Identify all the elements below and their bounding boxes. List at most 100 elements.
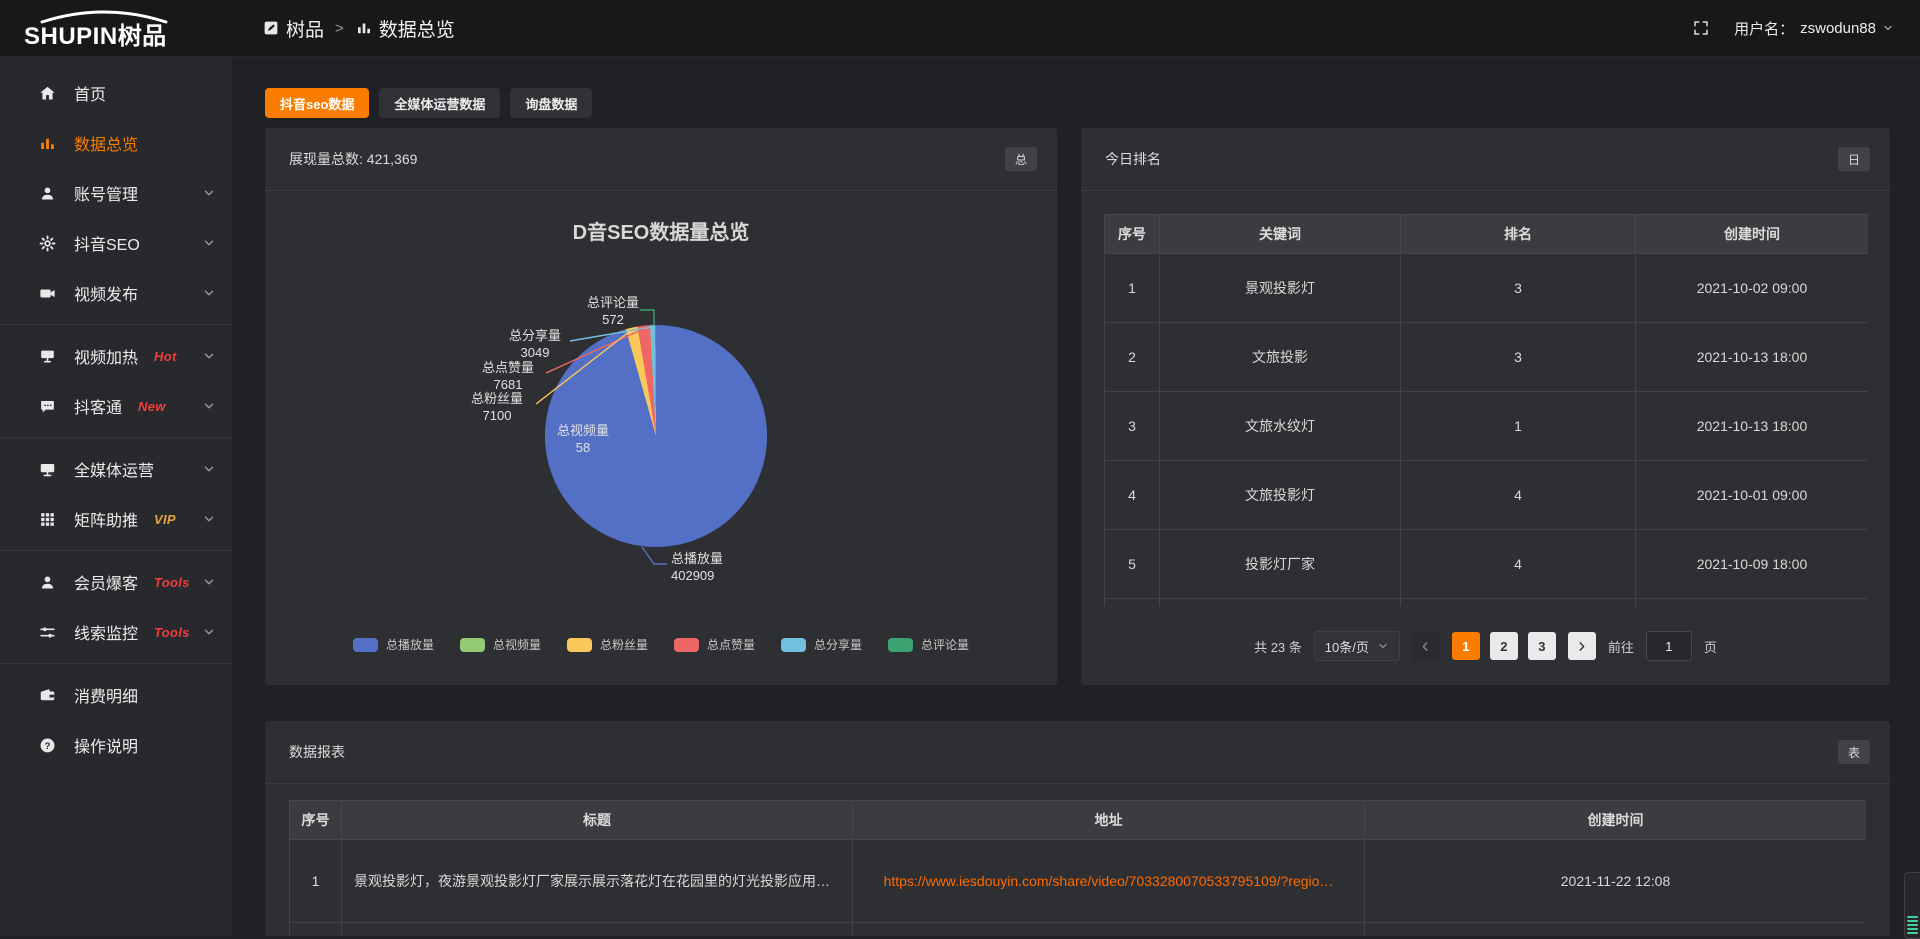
sidebar-item-label: 视频加热 xyxy=(74,344,138,368)
data-tabs: 抖音seo数据全媒体运营数据询盘数据 xyxy=(265,88,1890,118)
username: zswodun88 xyxy=(1800,20,1876,37)
column-header: 排名 xyxy=(1401,215,1636,254)
table-cell xyxy=(853,923,1365,937)
column-header: 地址 xyxy=(853,801,1365,840)
sidebar-item-member-baoke[interactable]: 会员爆客Tools xyxy=(0,557,232,607)
table-row: 4文旅投影灯42021-10-01 09:00 xyxy=(1105,461,1869,530)
pie-label-3: 总点赞量7681 xyxy=(460,359,556,393)
breadcrumb-root[interactable]: 树品 xyxy=(262,15,324,42)
sidebar-divider xyxy=(0,550,232,551)
table-cell: 景观投影灯，夜游景观投影灯厂家展示展示落花灯在花园里的灯光投影应用效果 # xyxy=(342,840,853,923)
chat-icon xyxy=(38,397,57,416)
legend-swatch xyxy=(567,638,592,652)
page-button-3[interactable]: 3 xyxy=(1528,632,1556,660)
goto-page-input[interactable] xyxy=(1646,631,1692,661)
sidebar-item-operation-help[interactable]: ?操作说明 xyxy=(0,720,232,770)
report-table-wrap: 序号标题地址创建时间1景观投影灯，夜游景观投影灯厂家展示展示落花灯在花园里的灯光… xyxy=(289,800,1866,936)
report-corner-badge[interactable]: 表 xyxy=(1838,740,1870,764)
overview-panel-header: 展现量总数: 421,369 总 xyxy=(265,128,1057,191)
legend-item-4[interactable]: 总分享量 xyxy=(781,636,862,653)
table-row: 3文旅水纹灯12021-10-13 18:00 xyxy=(1105,392,1869,461)
table-cell xyxy=(1636,599,1869,607)
table-cell: 文旅水纹灯 xyxy=(1160,392,1401,461)
table-cell: 1 xyxy=(1401,392,1636,461)
floating-helper-widget[interactable] xyxy=(1904,872,1920,939)
tab-1[interactable]: 全媒体运营数据 xyxy=(379,88,500,118)
overview-corner-badge[interactable]: 总 xyxy=(1005,147,1037,171)
pie-legend: 总播放量 总视频量 总粉丝量 总点赞量 总分享量 总评论量 xyxy=(265,636,1057,653)
screen-icon xyxy=(38,347,57,366)
rank-panel: 今日排名 日 序号关键词排名创建时间1景观投影灯32021-10-02 09:0… xyxy=(1081,128,1890,685)
question-icon: ? xyxy=(38,736,57,755)
rank-corner-badge[interactable]: 日 xyxy=(1838,147,1870,171)
sidebar-item-consume-detail[interactable]: 消费明细 xyxy=(0,670,232,720)
report-panel-title: 数据报表 xyxy=(289,742,345,762)
column-header: 标题 xyxy=(342,801,853,840)
table-cell: 3 xyxy=(1105,392,1160,461)
page-button-2[interactable]: 2 xyxy=(1490,632,1518,660)
bar-chart-icon xyxy=(38,134,57,153)
gear-icon xyxy=(38,234,57,253)
table-row xyxy=(290,923,1867,937)
sidebar-item-douyin-seo[interactable]: 抖音SEO xyxy=(0,218,232,268)
rank-panel-title: 今日排名 xyxy=(1105,149,1161,169)
table-cell: 景观投影灯 xyxy=(1160,254,1401,323)
sidebar-item-label: 线索监控 xyxy=(74,620,138,644)
legend-item-3[interactable]: 总点赞量 xyxy=(674,636,755,653)
prev-page-button[interactable] xyxy=(1412,632,1440,660)
goto-label: 前往 xyxy=(1608,637,1634,656)
legend-item-0[interactable]: 总播放量 xyxy=(353,636,434,653)
table-header-row: 序号关键词排名创建时间 xyxy=(1105,215,1869,254)
sidebar-item-matrix-boost[interactable]: 矩阵助推VIP xyxy=(0,494,232,544)
sidebar-item-video-heat[interactable]: 视频加热Hot xyxy=(0,331,232,381)
legend-swatch xyxy=(460,638,485,652)
legend-item-1[interactable]: 总视频量 xyxy=(460,636,541,653)
app-header: SHUPIN树品 树品 > 数据总览 用户名： zswodun88 xyxy=(0,0,1920,57)
chevron-down-icon xyxy=(1377,640,1389,652)
chevron-down-icon xyxy=(202,399,216,413)
table-cell: 1 xyxy=(1105,254,1160,323)
page-size-select[interactable]: 10条/页 xyxy=(1314,631,1400,661)
fullscreen-icon[interactable] xyxy=(1692,19,1710,37)
sidebar-divider xyxy=(0,324,232,325)
sidebar-item-data-overview[interactable]: 数据总览 xyxy=(0,118,232,168)
column-header: 创建时间 xyxy=(1365,801,1867,840)
table-cell: 2021-10-13 18:00 xyxy=(1636,392,1869,461)
table-cell xyxy=(1365,923,1867,937)
panels-row: 展现量总数: 421,369 总 D音SEO数据量总览 总评论量572总分享量3… xyxy=(265,128,1890,685)
pie-label-2: 总粉丝量7100 xyxy=(449,390,545,424)
table-row: 1景观投影灯，夜游景观投影灯厂家展示展示落花灯在花园里的灯光投影应用效果 #ht… xyxy=(290,840,1867,923)
tab-2[interactable]: 询盘数据 xyxy=(510,88,592,118)
main-content: 抖音seo数据全媒体运营数据询盘数据 展现量总数: 421,369 总 D音SE… xyxy=(232,56,1920,936)
video-camera-icon xyxy=(38,284,57,303)
page-button-1[interactable]: 1 xyxy=(1452,632,1480,660)
sidebar-item-badge: Tools xyxy=(154,575,190,590)
report-link[interactable]: https://www.iesdouyin.com/share/video/70… xyxy=(884,873,1334,889)
legend-swatch xyxy=(781,638,806,652)
table-cell: 2021-10-01 09:00 xyxy=(1636,461,1869,530)
user-dropdown[interactable]: 用户名： zswodun88 xyxy=(1734,18,1894,39)
legend-item-5[interactable]: 总评论量 xyxy=(888,636,969,653)
legend-item-2[interactable]: 总粉丝量 xyxy=(567,636,648,653)
sidebar-item-video-publish[interactable]: 视频发布 xyxy=(0,268,232,318)
sidebar-item-label: 抖音SEO xyxy=(74,231,140,255)
sidebar-item-media-operate[interactable]: 全媒体运营 xyxy=(0,444,232,494)
legend-swatch xyxy=(674,638,699,652)
sidebar-item-clue-monitor[interactable]: 线索监控Tools xyxy=(0,607,232,657)
tab-0[interactable]: 抖音seo数据 xyxy=(265,88,369,118)
report-panel: 数据报表 表 序号标题地址创建时间1景观投影灯，夜游景观投影灯厂家展示展示落花灯… xyxy=(265,721,1890,936)
table-cell: 3 xyxy=(1401,323,1636,392)
sidebar-item-label: 矩阵助推 xyxy=(74,507,138,531)
sidebar-item-douketong[interactable]: 抖客通 New xyxy=(0,381,232,431)
pie-chart-title: D音SEO数据量总览 xyxy=(265,216,1057,245)
breadcrumb-current[interactable]: 数据总览 xyxy=(355,15,455,42)
next-page-button[interactable] xyxy=(1568,632,1596,660)
legend-label: 总点赞量 xyxy=(707,636,755,653)
column-header: 创建时间 xyxy=(1636,215,1869,254)
legend-label: 总播放量 xyxy=(386,636,434,653)
sidebar-item-badge: New xyxy=(138,399,166,414)
sidebar-item-home[interactable]: 首页 xyxy=(0,68,232,118)
sidebar-item-label: 抖客通 xyxy=(74,394,122,418)
overview-panel: 展现量总数: 421,369 总 D音SEO数据量总览 总评论量572总分享量3… xyxy=(265,128,1057,685)
sidebar-item-account-manage[interactable]: 账号管理 xyxy=(0,168,232,218)
